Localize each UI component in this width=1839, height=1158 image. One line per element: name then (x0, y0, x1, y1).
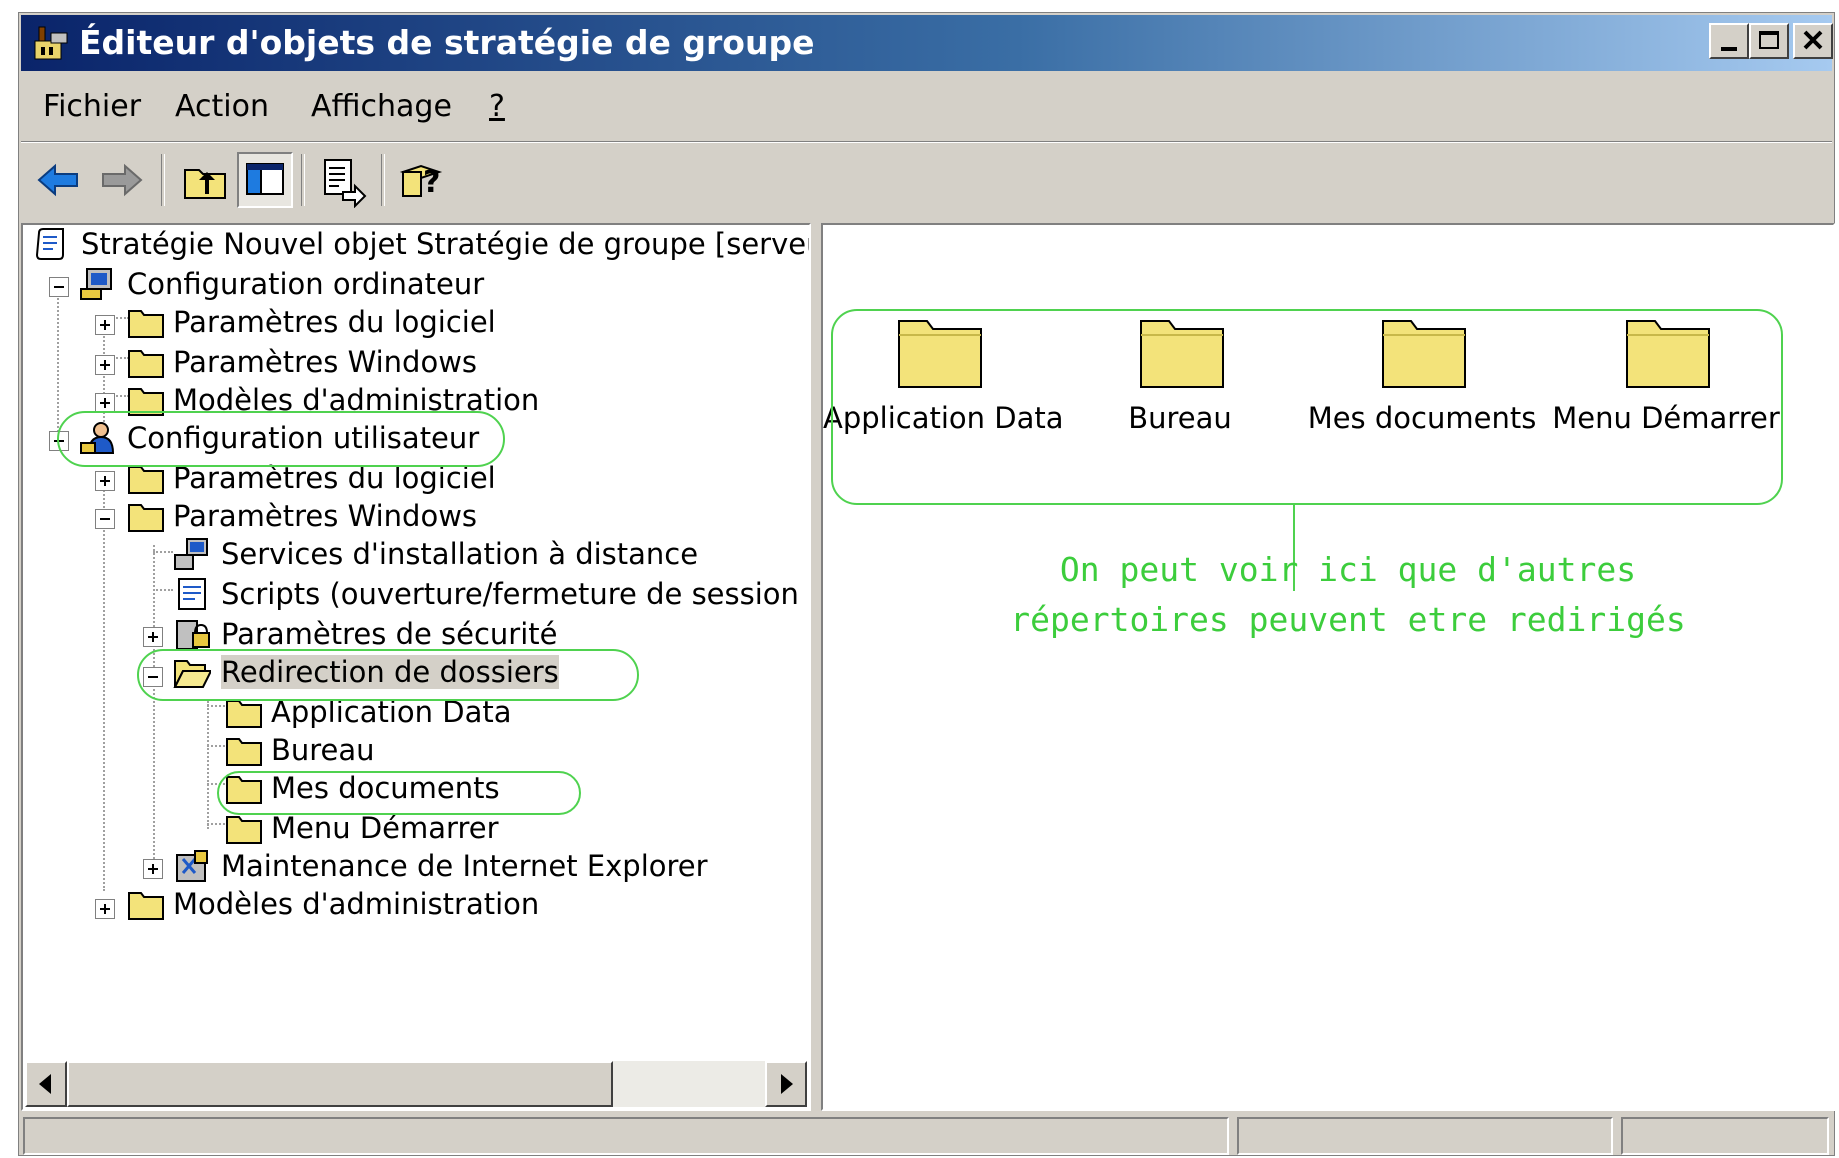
folder-icon (128, 310, 164, 338)
expand-toggle[interactable] (143, 627, 163, 647)
expand-toggle[interactable] (95, 471, 115, 491)
maximize-button[interactable] (1749, 23, 1789, 59)
show-hide-tree-button[interactable] (237, 152, 293, 208)
ie-maintenance-icon (176, 850, 208, 882)
status-panel (23, 1117, 1229, 1155)
toolbar: ? (21, 141, 1832, 224)
collapse-toggle[interactable] (95, 509, 115, 529)
folder-up-icon (184, 169, 226, 199)
collapse-toggle[interactable] (49, 277, 69, 297)
close-button[interactable] (1793, 23, 1833, 59)
minimize-icon (1721, 47, 1737, 51)
close-icon (1803, 30, 1823, 50)
highlight-oval (137, 649, 639, 701)
menu-bar: Fichier Action Affichage ? (21, 75, 1832, 137)
expand-toggle[interactable] (95, 899, 115, 919)
menu-action[interactable]: Action (175, 89, 269, 124)
highlight-oval (217, 771, 581, 815)
forward-button[interactable] (93, 152, 149, 208)
folder-icon (128, 892, 164, 920)
status-panel (1621, 1117, 1829, 1155)
minimize-button[interactable] (1709, 23, 1749, 59)
main-window: Éditeur d'objets de stratégie de groupe … (18, 12, 1835, 1156)
menu-fichier[interactable]: Fichier (43, 89, 141, 124)
annotation-note: On peut voir ici que d'autres répertoire… (1010, 550, 1686, 639)
menu-help[interactable]: ? (489, 89, 505, 124)
script-icon (178, 578, 206, 610)
highlight-box (831, 309, 1783, 505)
svg-text:?: ? (423, 165, 440, 200)
horizontal-scrollbar[interactable] (25, 1061, 807, 1107)
policy-scroll-icon (35, 228, 64, 260)
expand-toggle[interactable] (95, 393, 115, 413)
status-bar (21, 1117, 1832, 1155)
scroll-left-button[interactable] (25, 1061, 67, 1107)
menu-affichage[interactable]: Affichage (311, 89, 452, 124)
remote-install-icon (174, 538, 208, 570)
expand-toggle[interactable] (95, 315, 115, 335)
arrow-right-icon (781, 1074, 793, 1094)
status-panel (1237, 1117, 1613, 1155)
expand-toggle[interactable] (143, 859, 163, 879)
back-button[interactable] (31, 152, 87, 208)
folder-icon (226, 738, 262, 766)
gpo-editor-icon (34, 26, 68, 60)
scroll-thumb[interactable] (67, 1061, 613, 1107)
scroll-right-button[interactable] (765, 1061, 807, 1107)
computer-icon (80, 268, 112, 300)
title-bar[interactable]: Éditeur d'objets de stratégie de groupe (21, 15, 1833, 71)
console-tree-pane[interactable]: Stratégie Nouvel objet Stratégie de grou… (21, 223, 811, 1111)
export-list-button[interactable] (315, 152, 371, 209)
folder-icon (128, 504, 164, 532)
folder-icon (128, 350, 164, 378)
up-level-button[interactable] (177, 152, 233, 208)
export-list-icon (324, 159, 367, 209)
console-tree-icon (246, 163, 284, 195)
help-button[interactable]: ? (395, 152, 451, 208)
expand-toggle[interactable] (95, 355, 115, 375)
maximize-icon (1759, 31, 1779, 49)
forward-arrow-icon (102, 163, 143, 197)
security-lock-icon (176, 620, 210, 650)
folder-icon (226, 816, 262, 844)
back-arrow-icon (37, 163, 78, 197)
help-icon: ? (399, 164, 443, 200)
highlight-oval (57, 411, 505, 467)
window-title: Éditeur d'objets de stratégie de groupe (79, 23, 815, 62)
arrow-left-icon (39, 1074, 51, 1094)
details-pane[interactable]: Application Data Bureau Mes documents Me… (821, 223, 1835, 1111)
